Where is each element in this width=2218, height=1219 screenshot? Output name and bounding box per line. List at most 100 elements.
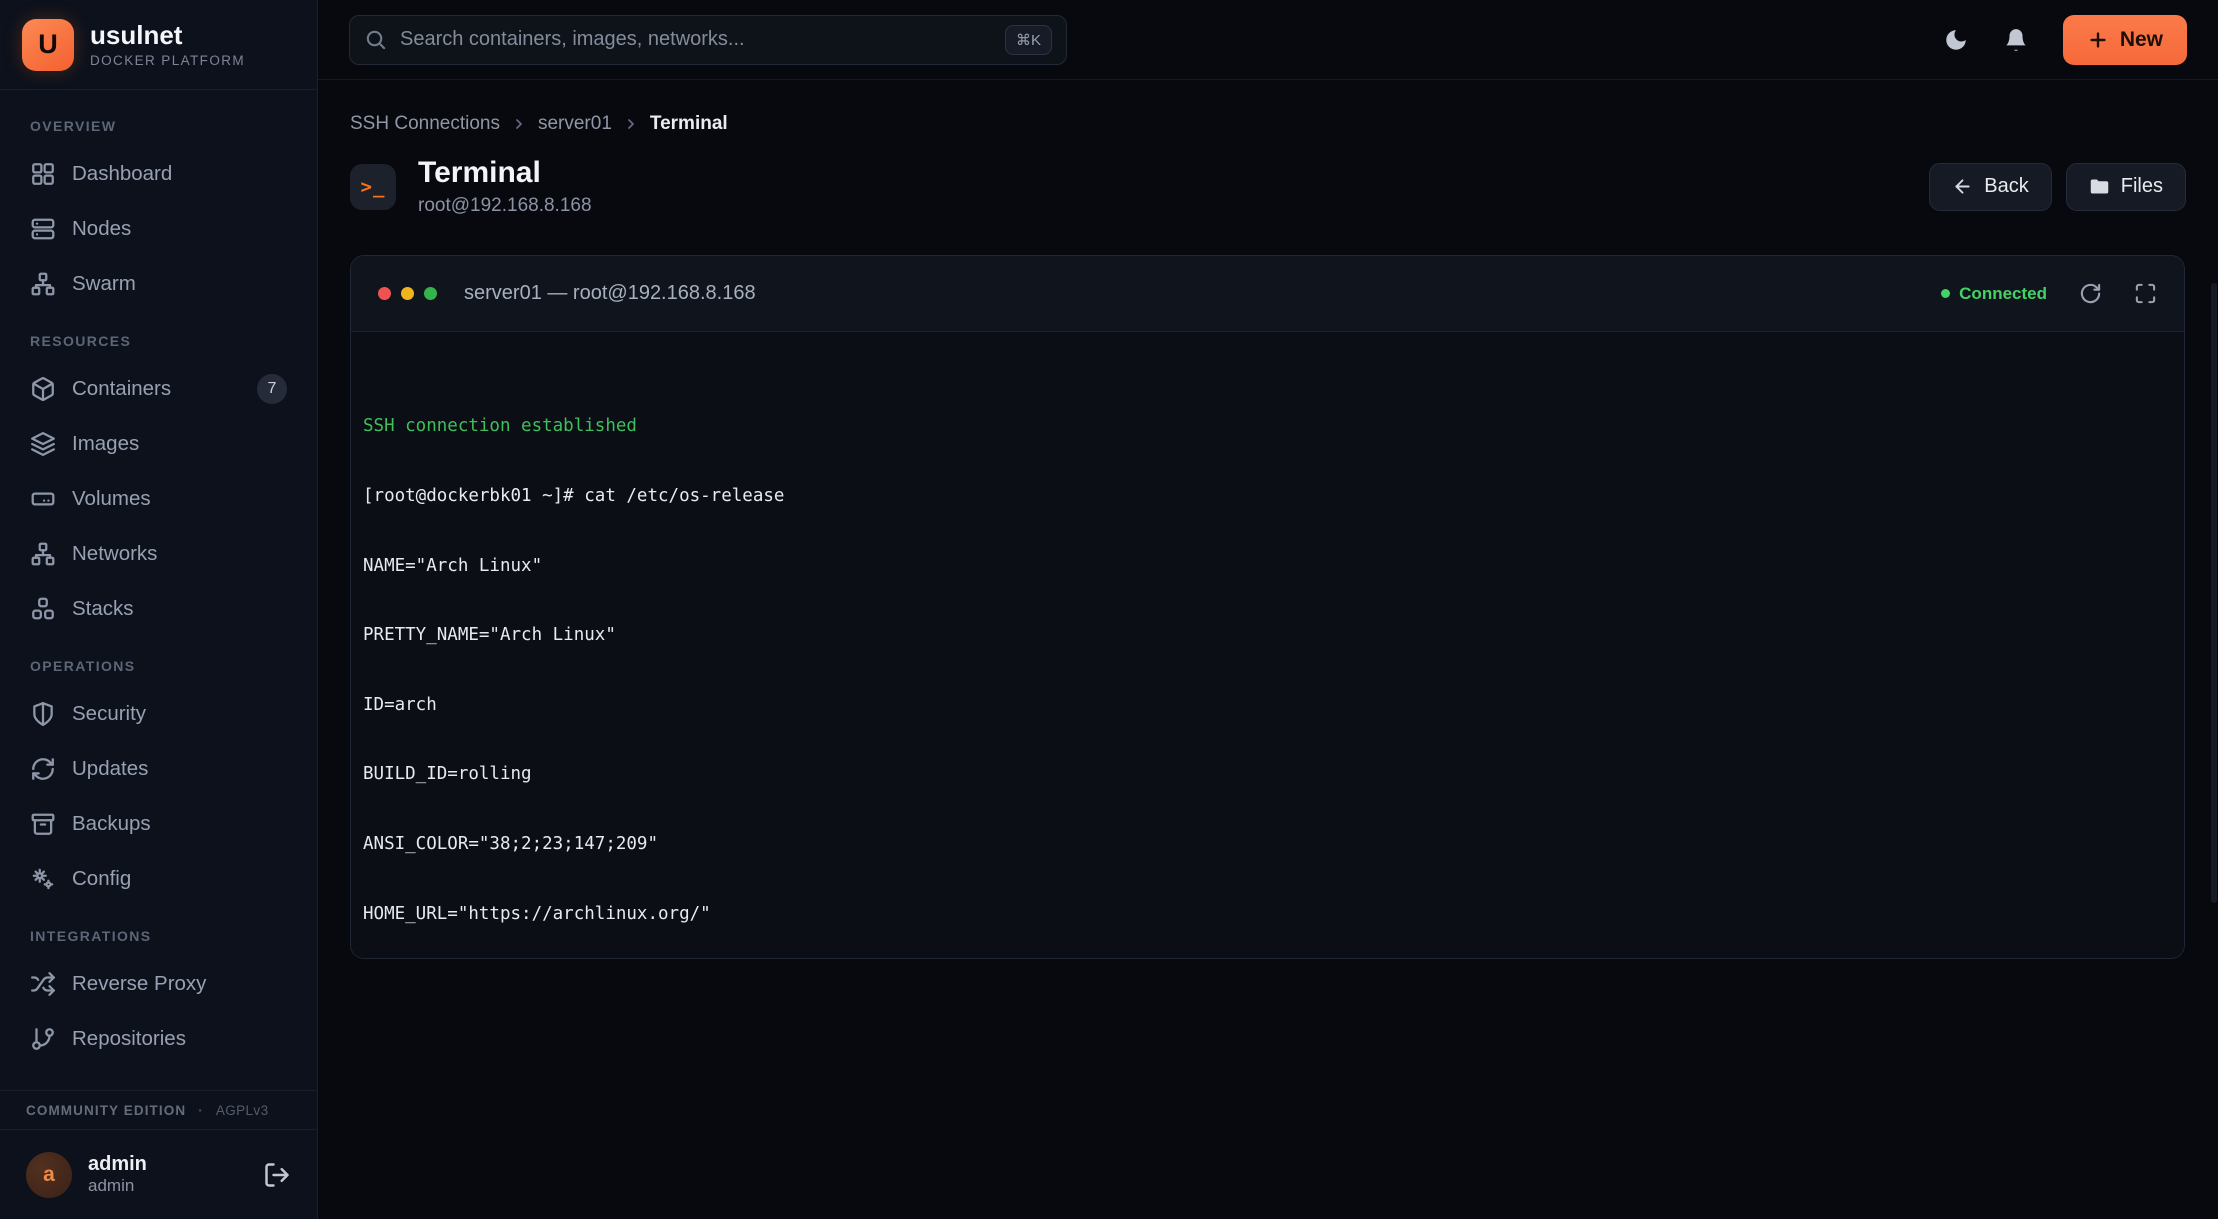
sidebar-item-security[interactable]: Security — [0, 686, 317, 741]
terminal-line: ANSI_COLOR="38;2;23;147;209" — [363, 833, 2172, 856]
chevron-right-icon — [623, 116, 639, 132]
page-scrollbar-thumb[interactable] — [2211, 283, 2217, 903]
git-branch-icon — [30, 1026, 56, 1052]
search-input[interactable] — [400, 28, 992, 51]
avatar: a — [26, 1152, 72, 1198]
sidebar-item-config[interactable]: Config — [0, 851, 317, 906]
terminal-line: [root@dockerbk01 ~]# cat /etc/os-release — [363, 485, 2172, 508]
terminal-output[interactable]: SSH connection established [root@dockerb… — [351, 332, 2184, 959]
breadcrumb-ssh-connections[interactable]: SSH Connections — [350, 113, 500, 135]
sidebar-item-label: Nodes — [72, 217, 131, 241]
new-button[interactable]: New — [2063, 15, 2187, 65]
traffic-light-green — [424, 287, 437, 300]
archive-icon — [30, 811, 56, 837]
theme-toggle-moon-icon[interactable] — [1943, 27, 1969, 53]
sidebar-item-updates[interactable]: Updates — [0, 741, 317, 796]
breadcrumb: SSH Connections server01 Terminal — [350, 113, 2186, 135]
user-role: admin — [88, 1176, 147, 1196]
status-dot — [1941, 289, 1950, 298]
search-shortcut-kbd: ⌘K — [1005, 25, 1052, 55]
user-menu[interactable]: a admin admin — [0, 1130, 317, 1219]
terminal-line: HOME_URL="https://archlinux.org/" — [363, 903, 2172, 926]
sidebar-nav: OVERVIEW Dashboard Nodes Swarm RESOURCES… — [0, 90, 317, 1090]
terminal-prompt-icon: >_ — [350, 164, 396, 210]
arrow-left-icon — [1952, 176, 1973, 197]
sidebar-item-swarm[interactable]: Swarm — [0, 256, 317, 311]
sidebar-item-label: Volumes — [72, 487, 151, 511]
nav-section-resources: RESOURCES Containers 7 Images Volumes Ne… — [0, 333, 317, 636]
nav-section-label: OPERATIONS — [0, 658, 317, 674]
sidebar-item-networks[interactable]: Networks — [0, 526, 317, 581]
traffic-lights — [378, 287, 437, 300]
terminal-line: NAME="Arch Linux" — [363, 555, 2172, 578]
sidebar-item-label: Dashboard — [72, 162, 172, 186]
page-content: SSH Connections server01 Terminal >_ Ter… — [318, 80, 2218, 1219]
chevron-right-icon — [511, 116, 527, 132]
global-search[interactable]: ⌘K — [349, 15, 1067, 65]
swarm-icon — [30, 271, 56, 297]
main-area: ⌘K New SSH Connections server01 Terminal… — [318, 0, 2218, 1219]
sidebar-item-dashboard[interactable]: Dashboard — [0, 146, 317, 201]
terminal-line: BUILD_ID=rolling — [363, 763, 2172, 786]
containers-icon — [30, 376, 56, 402]
nav-section-label: OVERVIEW — [0, 118, 317, 134]
brand-initial: U — [38, 29, 58, 60]
files-button[interactable]: Files — [2066, 163, 2186, 211]
stacks-icon — [30, 596, 56, 622]
plus-icon — [2087, 29, 2109, 51]
edition-label: COMMUNITY EDITION — [26, 1103, 186, 1118]
folder-icon — [2089, 176, 2110, 197]
shield-icon — [30, 701, 56, 727]
breadcrumb-terminal: Terminal — [650, 113, 728, 135]
connection-status-badge: Connected — [1941, 284, 2047, 304]
avatar-initial: a — [43, 1163, 55, 1187]
notifications-bell-icon[interactable] — [2003, 27, 2029, 53]
shuffle-icon — [30, 971, 56, 997]
nav-section-label: INTEGRATIONS — [0, 928, 317, 944]
containers-count-badge: 7 — [257, 374, 287, 404]
sidebar-item-reverse-proxy[interactable]: Reverse Proxy — [0, 956, 317, 1011]
brand[interactable]: U usulnet DOCKER PLATFORM — [0, 0, 317, 90]
nodes-icon — [30, 216, 56, 242]
page-header: >_ Terminal root@192.168.8.168 Back File… — [350, 156, 2186, 217]
traffic-light-yellow — [401, 287, 414, 300]
dashboard-icon — [30, 161, 56, 187]
sidebar-item-label: Stacks — [72, 597, 134, 621]
user-name: admin — [88, 1153, 147, 1176]
sidebar-item-volumes[interactable]: Volumes — [0, 471, 317, 526]
terminal-line: ID=arch — [363, 694, 2172, 717]
sidebar-item-repositories[interactable]: Repositories — [0, 1011, 317, 1066]
terminal-window: server01 — root@192.168.8.168 Connected … — [350, 255, 2185, 959]
sidebar-item-label: Networks — [72, 542, 157, 566]
terminal-title: server01 — root@192.168.8.168 — [464, 282, 756, 305]
page-subtitle: root@192.168.8.168 — [418, 195, 592, 217]
back-button[interactable]: Back — [1929, 163, 2051, 211]
brand-name: usulnet — [90, 21, 245, 50]
traffic-light-red — [378, 287, 391, 300]
refresh-icon — [30, 756, 56, 782]
sidebar-item-backups[interactable]: Backups — [0, 796, 317, 851]
license-label: AGPLv3 — [216, 1103, 269, 1118]
breadcrumb-server01[interactable]: server01 — [538, 113, 612, 135]
terminal-titlebar: server01 — root@192.168.8.168 Connected — [351, 256, 2184, 332]
reconnect-icon[interactable] — [2079, 282, 2102, 305]
sidebar-item-label: Reverse Proxy — [72, 972, 206, 996]
logout-icon[interactable] — [263, 1161, 291, 1189]
edition-bar: COMMUNITY EDITION · AGPLv3 — [0, 1090, 317, 1130]
sidebar-item-stacks[interactable]: Stacks — [0, 581, 317, 636]
sidebar-item-label: Repositories — [72, 1027, 186, 1051]
sidebar-item-images[interactable]: Images — [0, 416, 317, 471]
edition-separator: · — [198, 1103, 204, 1118]
sidebar-item-nodes[interactable]: Nodes — [0, 201, 317, 256]
fullscreen-icon[interactable] — [2134, 282, 2157, 305]
nav-section-overview: OVERVIEW Dashboard Nodes Swarm — [0, 118, 317, 311]
sidebar-item-label: Images — [72, 432, 139, 456]
brand-tagline: DOCKER PLATFORM — [90, 53, 245, 68]
terminal-line: SSH connection established — [363, 415, 2172, 438]
sidebar-item-containers[interactable]: Containers 7 — [0, 361, 317, 416]
sidebar: U usulnet DOCKER PLATFORM OVERVIEW Dashb… — [0, 0, 318, 1219]
volumes-icon — [30, 486, 56, 512]
page-title: Terminal — [418, 156, 592, 190]
topbar: ⌘K New — [318, 0, 2218, 80]
search-icon — [364, 28, 387, 51]
